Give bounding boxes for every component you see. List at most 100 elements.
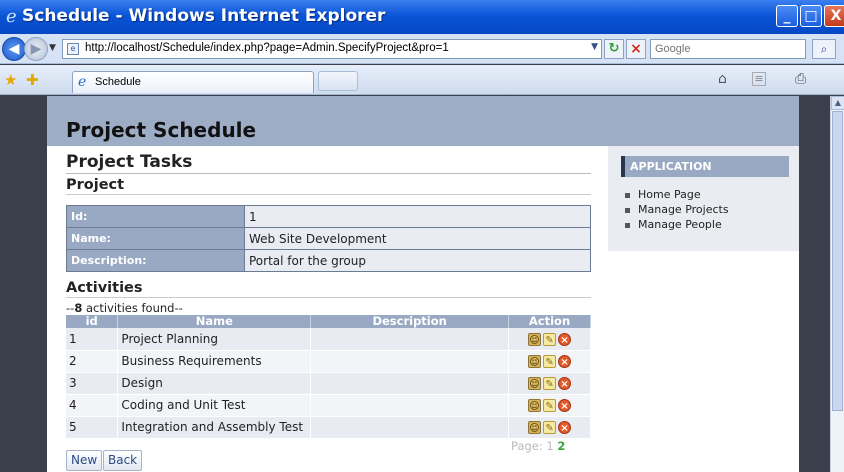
print-icon[interactable]: ⎙ xyxy=(795,71,806,87)
activity-actions: ☺ ✎ × xyxy=(508,328,591,351)
bullet-icon xyxy=(625,207,630,213)
table-row: 5 Integration and Assembly Test ☺ ✎ × xyxy=(66,416,591,439)
table-header-row: id Name Description Action xyxy=(66,315,591,328)
activity-name: Design xyxy=(117,372,312,395)
close-button[interactable]: X xyxy=(824,5,844,27)
pager-next-link[interactable]: 2 xyxy=(557,439,565,453)
project-row: Name: Web Site Development xyxy=(66,227,591,250)
view-icon[interactable]: ☺ xyxy=(528,399,542,412)
site-title: Project Schedule xyxy=(66,118,257,142)
tab-ie-icon: e xyxy=(78,74,87,90)
activity-description xyxy=(310,394,510,417)
home-icon[interactable]: ⌂ xyxy=(718,71,727,87)
table-row: 4 Coding and Unit Test ☺ ✎ × xyxy=(66,394,591,417)
view-icon[interactable]: ☺ xyxy=(528,421,542,434)
window-title: Schedule - Windows Internet Explorer xyxy=(22,6,386,26)
scrollbar-thumb[interactable] xyxy=(832,111,843,411)
activity-name: Project Planning xyxy=(117,328,312,351)
stop-button[interactable]: × xyxy=(626,39,646,59)
sidebar-list: Home Page Manage Projects Manage People xyxy=(621,187,789,232)
column-header-description[interactable]: Description xyxy=(310,315,510,328)
activities-count: --8 activities found-- xyxy=(66,301,183,315)
address-dropdown-icon[interactable]: ▼ xyxy=(591,42,598,52)
activity-actions: ☺ ✎ × xyxy=(508,416,591,439)
activity-actions: ☺ ✎ × xyxy=(508,350,591,373)
pager-label: Page: xyxy=(511,439,543,453)
search-input[interactable] xyxy=(651,40,801,58)
sidebar: APPLICATION Home Page Manage Projects Ma… xyxy=(608,146,799,251)
column-header-name[interactable]: Name xyxy=(117,315,312,328)
page-icon: e xyxy=(67,43,79,55)
back-page-button[interactable]: Back xyxy=(103,450,143,471)
project-details-table: Id: 1 Name: Web Site Development Descrip… xyxy=(66,205,591,272)
ie-logo-icon: e xyxy=(6,6,17,27)
maximize-button[interactable]: □ xyxy=(800,5,822,27)
refresh-button[interactable]: ↻ xyxy=(604,39,624,59)
view-icon[interactable]: ☺ xyxy=(528,355,542,368)
table-row: 2 Business Requirements ☺ ✎ × xyxy=(66,350,591,373)
sidebar-item-manage-people[interactable]: Manage People xyxy=(621,217,789,232)
edit-icon[interactable]: ✎ xyxy=(543,332,557,346)
tab-schedule[interactable]: e Schedule xyxy=(72,71,314,93)
site-header: Project Schedule xyxy=(47,96,799,146)
bullet-icon xyxy=(625,192,630,198)
view-icon[interactable]: ☺ xyxy=(528,332,542,346)
favorites-star-icon[interactable]: ★ xyxy=(4,71,17,89)
search-icon[interactable]: ⌕ xyxy=(812,39,836,59)
project-field-label: Id: xyxy=(66,205,245,228)
activity-description xyxy=(310,372,510,395)
application-menu: APPLICATION Home Page Manage Projects Ma… xyxy=(621,156,789,232)
edit-icon[interactable]: ✎ xyxy=(543,421,557,434)
address-toolbar: ◀ ▶ ▼ e http://localhost/Schedule/index.… xyxy=(0,34,844,64)
project-field-label: Name: xyxy=(66,227,245,250)
search-box[interactable] xyxy=(650,39,806,59)
back-button[interactable]: ◀ xyxy=(2,37,26,61)
bullet-icon xyxy=(625,222,630,228)
web-page: Project Schedule Project Tasks Project I… xyxy=(47,96,799,472)
sidebar-item-label[interactable]: Home Page xyxy=(638,188,701,201)
history-dropdown-icon[interactable]: ▼ xyxy=(49,43,56,53)
activity-name: Business Requirements xyxy=(117,350,312,373)
url-text[interactable]: http://localhost/Schedule/index.php?page… xyxy=(85,42,449,54)
activity-id: 2 xyxy=(66,350,119,373)
minimize-button[interactable]: _ xyxy=(776,5,798,27)
activity-id: 3 xyxy=(66,372,119,395)
activity-id: 5 xyxy=(66,416,119,439)
forward-button[interactable]: ▶ xyxy=(24,37,48,61)
activity-id: 4 xyxy=(66,394,119,417)
pagination: Page: 1 2 xyxy=(511,439,565,453)
table-row: 3 Design ☺ ✎ × xyxy=(66,372,591,395)
project-field-label: Description: xyxy=(66,249,245,272)
activity-description xyxy=(310,328,510,351)
column-header-id[interactable]: id xyxy=(66,315,119,328)
delete-icon[interactable]: × xyxy=(558,377,572,390)
delete-icon[interactable]: × xyxy=(558,399,572,412)
delete-icon[interactable]: × xyxy=(558,332,572,346)
scroll-up-icon[interactable]: ▲ xyxy=(831,96,844,110)
feeds-icon[interactable]: ≡ xyxy=(752,72,766,86)
delete-icon[interactable]: × xyxy=(558,421,572,434)
project-field-value: Portal for the group xyxy=(244,249,591,272)
sidebar-item-label[interactable]: Manage Projects xyxy=(638,203,729,216)
add-favorites-icon[interactable]: ✚ xyxy=(26,71,39,89)
sidebar-item-home-page[interactable]: Home Page xyxy=(621,187,789,202)
new-tab-button[interactable] xyxy=(318,71,358,91)
edit-icon[interactable]: ✎ xyxy=(543,399,557,412)
view-icon[interactable]: ☺ xyxy=(528,377,542,390)
edit-icon[interactable]: ✎ xyxy=(543,355,557,368)
found-suffix: activities found-- xyxy=(82,301,183,315)
activity-actions: ☺ ✎ × xyxy=(508,372,591,395)
activities-heading: Activities xyxy=(66,280,591,298)
edit-icon[interactable]: ✎ xyxy=(543,377,557,390)
sidebar-item-manage-projects[interactable]: Manage Projects xyxy=(621,202,789,217)
page-title: Project Tasks xyxy=(66,152,591,174)
activity-name: Coding and Unit Test xyxy=(117,394,312,417)
project-row: Description: Portal for the group xyxy=(66,249,591,272)
vertical-scrollbar[interactable]: ▲ xyxy=(830,96,844,472)
activities-table: id Name Description Action 1 Project Pla… xyxy=(66,315,591,439)
address-field[interactable]: e http://localhost/Schedule/index.php?pa… xyxy=(62,39,602,59)
delete-icon[interactable]: × xyxy=(558,355,572,368)
new-button[interactable]: New xyxy=(66,450,103,471)
sidebar-item-label[interactable]: Manage People xyxy=(638,218,722,231)
tab-toolbar: ★ ✚ e Schedule ⌂ ≡ ⎙ xyxy=(0,65,844,95)
